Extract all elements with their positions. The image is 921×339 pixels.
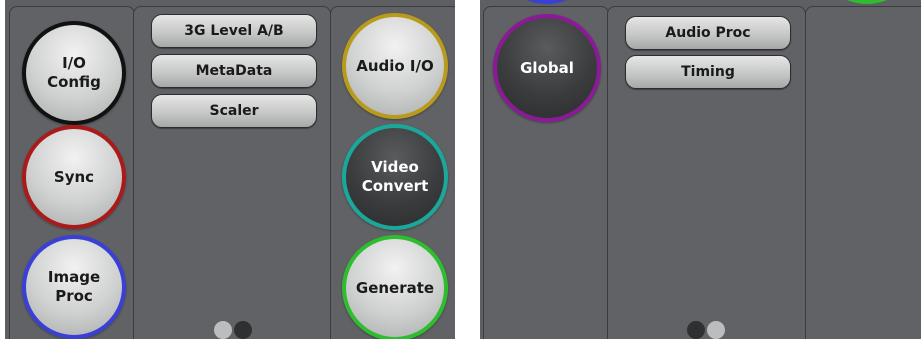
sync-label: Sync — [53, 167, 95, 186]
page-dot-1-active[interactable] — [687, 321, 705, 339]
image-proc-button[interactable]: Image Proc — [22, 235, 126, 339]
scaler-button[interactable]: Scaler — [151, 94, 317, 128]
page-dot-2[interactable] — [707, 321, 725, 339]
audio-io-button[interactable]: Audio I/O — [342, 13, 448, 119]
page-dot-1[interactable] — [214, 321, 232, 339]
global-label: Global — [520, 58, 574, 77]
right-column — [805, 6, 921, 339]
offscreen-circle-hint — [815, 0, 919, 4]
3g-level-button[interactable]: 3G Level A/B — [151, 14, 317, 48]
audio-proc-button[interactable]: Audio Proc — [625, 16, 791, 50]
screen-1: I/O Config Sync Image Proc 3G Level A/B … — [5, 0, 455, 339]
generate-button[interactable]: Generate — [342, 235, 448, 339]
audio-io-label: Audio I/O — [356, 56, 434, 75]
io-config-label: I/O Config — [47, 54, 101, 91]
video-convert-label: Video Convert — [361, 158, 429, 195]
video-convert-button[interactable]: Video Convert — [342, 124, 448, 230]
metadata-button[interactable]: MetaData — [151, 54, 317, 88]
sync-button[interactable]: Sync — [22, 125, 126, 229]
page-dot-2-active[interactable] — [234, 321, 252, 339]
io-config-button[interactable]: I/O Config — [22, 21, 126, 125]
global-button[interactable]: Global — [493, 14, 601, 122]
image-proc-label: Image Proc — [47, 268, 101, 305]
offscreen-circle-hint — [495, 0, 599, 4]
generate-label: Generate — [355, 278, 435, 297]
timing-button[interactable]: Timing — [625, 55, 791, 89]
screen-2: Global Audio Proc Timing — [480, 0, 921, 339]
